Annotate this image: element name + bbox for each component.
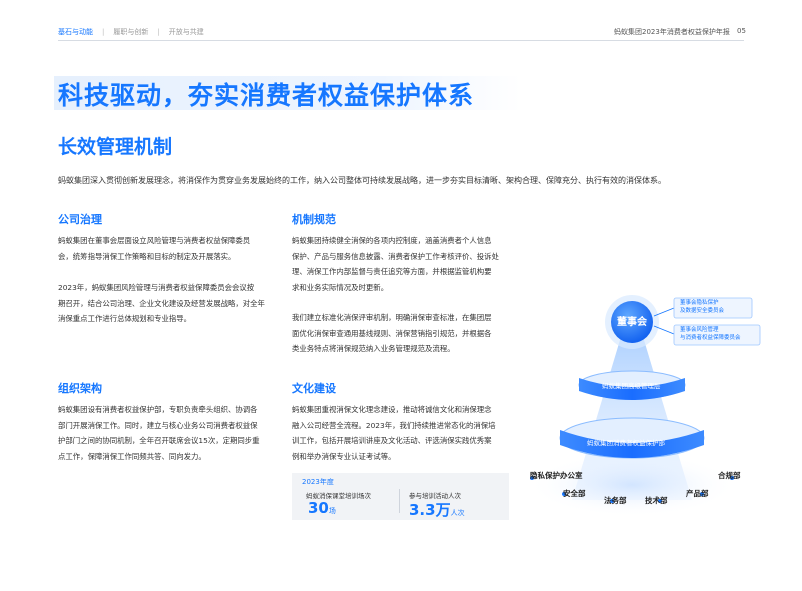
- stat-unit: 人次: [450, 509, 465, 517]
- text-line: 蚂蚁集团持续健全消保的各项内控制度，涵盖消费者个人信息: [292, 236, 492, 245]
- section-subtitle: 长效管理机制: [58, 136, 173, 158]
- text-line: 蚂蚁集团在董事会层面设立风险管理与消费者权益保障委员: [58, 236, 251, 245]
- nav-separator: |: [102, 28, 105, 36]
- header-nav: 基石与动能 | 履职与创新 | 开放与共建: [58, 27, 204, 37]
- nav-item-openness[interactable]: 开放与共建: [169, 27, 204, 37]
- ring-label-consumer-protection-dept: 蚂蚁集团消费者权益保护部: [587, 439, 665, 447]
- governance-paragraph-1: 蚂蚁集团在董事会层面设立风险管理与消费者权益保障委员 会，统筹指导消保工作策略和…: [58, 233, 283, 264]
- committee-label-privacy: 董事会隐私保护 及数据安全委员会: [680, 299, 754, 315]
- text-line: 2023年，蚂蚁集团风险管理与消费者权益保障委员会会议按: [58, 283, 255, 292]
- text-line: 例和举办消保专业认证考试等。: [292, 451, 396, 461]
- text-line: 融入公司经营全流程。2023年，我们持续推进常态化的消保培: [292, 420, 496, 430]
- header-divider: [58, 40, 744, 41]
- text-line: 点工作，保障消保工作同频共答、同向发力。: [58, 451, 206, 461]
- page-number: 05: [737, 27, 746, 35]
- organization-paragraph: 蚂蚁集团设有消费者权益保护部，专职负责牵头组织、协调各 部门开展消保工作。同时，…: [58, 402, 283, 464]
- department-compliance: 合规部: [718, 471, 741, 480]
- stats-year: 2023年度: [302, 478, 334, 486]
- text-line: 蚂蚁集团重视消保文化理念建设，推动将诚信文化和消保理念: [292, 405, 492, 414]
- mechanism-paragraph-2: 我们建立标准化消保评审机制，明确消保审查标准，在集团层 面优化消保审查通用基线规…: [292, 310, 517, 357]
- culture-heading: 文化建设: [292, 382, 336, 395]
- text-line: 董事会风险管理: [680, 327, 719, 333]
- text-line: 消保重点工作进行总体规划和专业指导。: [58, 314, 192, 323]
- department-security: 安全部: [563, 489, 586, 498]
- nav-item-foundation[interactable]: 基石与动能: [58, 27, 93, 37]
- nav-item-innovation[interactable]: 履职与创新: [113, 27, 148, 37]
- text-line: 我们建立标准化消保评审机制，明确消保审查标准，在集团层: [292, 313, 492, 322]
- stats-divider: [399, 489, 400, 513]
- stat-value-sessions: 30场: [308, 499, 336, 517]
- text-line: 会，统筹指导消保工作策略和目标的制定及开展落实。: [58, 251, 236, 261]
- page-title: 科技驱动，夯实消费者权益保护体系: [58, 81, 475, 110]
- committee-label-risk: 董事会风险管理 与消费者权益保障委员会: [680, 326, 764, 342]
- mechanism-heading: 机制规范: [292, 213, 336, 226]
- text-line: 及数据安全委员会: [680, 308, 725, 314]
- text-line: 董事会隐私保护: [680, 300, 719, 306]
- stat-value-participants: 3.3万人次: [409, 499, 465, 520]
- text-line: 理、消保工作内部监督与责任追究等方面，并根据监管机构要: [292, 267, 492, 276]
- text-line: 蚂蚁集团设有消费者权益保护部，专职负责牵头组织、协调各: [58, 405, 258, 414]
- text-line: 训工作，包括开展培训讲座及文化活动、评选消保实践优秀案: [292, 436, 492, 445]
- stat-number: 30: [308, 499, 329, 517]
- text-line: 部门开展消保工作。同时，建立与核心业务公司消费者权益保: [58, 420, 258, 430]
- text-line: 期召开，结合公司治理、企业文化建设及经营发展战略，对全年: [58, 298, 265, 308]
- document-title: 蚂蚁集团2023年消费者权益保护年报: [614, 28, 730, 36]
- stat-unit: 场: [328, 507, 336, 515]
- governance-heading: 公司治理: [58, 213, 102, 226]
- ring-label-senior-management: 蚂蚁集团高级管理层: [602, 382, 661, 390]
- nav-separator: |: [157, 28, 160, 36]
- stat-number: 3.3万: [409, 501, 451, 519]
- organization-heading: 组织架构: [58, 382, 102, 395]
- department-privacy-office: 隐私保护办公室: [530, 471, 583, 480]
- mechanism-paragraph-1: 蚂蚁集团持续健全消保的各项内控制度，涵盖消费者个人信息 保护、产品与服务信息披露…: [292, 233, 517, 295]
- governance-paragraph-2: 2023年，蚂蚁集团风险管理与消费者权益保障委员会会议按 期召开，结合公司治理、…: [58, 280, 283, 327]
- department-legal: 法务部: [604, 496, 627, 505]
- text-line: 与消费者权益保障委员会: [680, 335, 741, 341]
- text-line: 保护、产品与服务信息披露、消费者保护工作考核评价、投诉处: [292, 251, 499, 261]
- text-line: 护部门之间的协同机制，全年召开联席会议15次，定期同步重: [58, 436, 260, 445]
- intro-text: 蚂蚁集团深入贯彻创新发展理念，将消保作为贯穿业务发展始终的工作，纳入公司整体可持…: [58, 176, 666, 185]
- text-line: 类业务特点将消保规范纳入业务管理规范及流程。: [292, 344, 455, 353]
- department-product: 产品部: [686, 489, 709, 498]
- text-line: 求和业务实际情况及时更新。: [292, 282, 389, 292]
- culture-paragraph: 蚂蚁集团重视消保文化理念建设，推动将诚信文化和消保理念 融入公司经营全流程。20…: [292, 402, 517, 464]
- board-label: 董事会: [617, 317, 647, 328]
- text-line: 面优化消保审查通用基线规则、消保营销指引规范，并根据各: [292, 328, 492, 338]
- department-technology: 技术部: [645, 496, 668, 505]
